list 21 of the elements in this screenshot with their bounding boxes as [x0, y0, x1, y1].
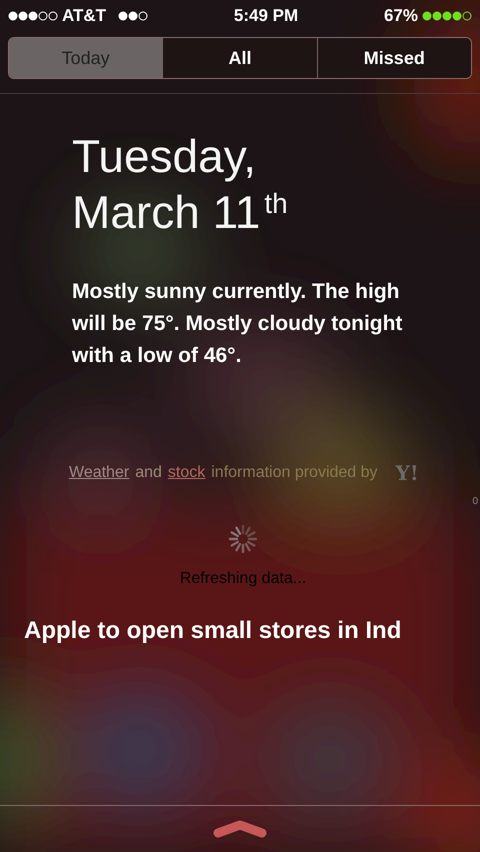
segment-tab[interactable]: Missed	[316, 38, 471, 78]
segment-tab[interactable]: Today	[9, 38, 162, 78]
loading-text: Refreshing data...	[180, 569, 306, 589]
stock-link[interactable]: stock	[168, 461, 206, 485]
weather-link[interactable]: Weather	[69, 461, 130, 485]
date-weekday: Tuesday,	[72, 129, 258, 184]
loading-spinner-icon	[229, 525, 257, 553]
clock-time: 5:49 PM	[234, 5, 298, 28]
attribution-text: information provided by	[211, 463, 378, 483]
edge-mark: 0	[472, 495, 478, 509]
provider-logo: Y!	[396, 460, 419, 487]
news-headline: Apple to open small stores in Ind	[23, 616, 402, 646]
weather-summary: Mostly sunny currently. The high will be 75°. Mostly cloudy tonight with a low of 46°.	[72, 279, 404, 369]
battery-percent: 67%	[384, 5, 418, 28]
grabber-handle-icon[interactable]	[213, 820, 267, 838]
signal-icon	[8, 11, 58, 21]
wifi-icon	[118, 11, 148, 21]
attribution-text: and	[135, 463, 162, 483]
date-day: March 11$^{th}$	[72, 184, 288, 240]
battery-icon	[422, 11, 472, 21]
carrier-name: AT&T	[62, 5, 106, 28]
